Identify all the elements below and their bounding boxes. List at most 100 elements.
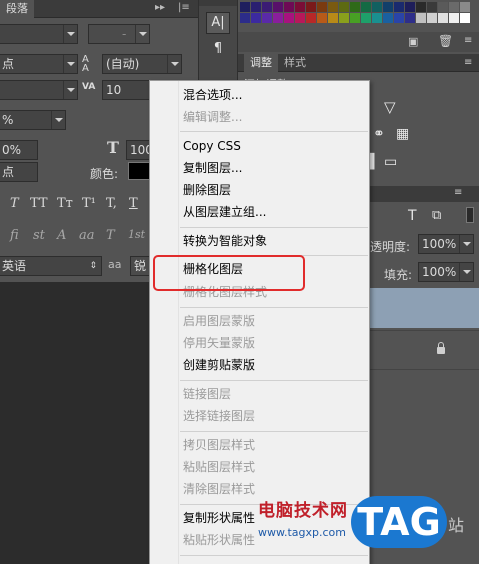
new-swatch-icon[interactable]: ▣ bbox=[408, 35, 418, 48]
color-swatch[interactable] bbox=[295, 2, 305, 12]
ordinals-button[interactable]: 1st bbox=[128, 228, 145, 241]
tab-styles[interactable]: 样式 bbox=[278, 54, 312, 72]
opacity-field[interactable]: 100% bbox=[418, 234, 474, 254]
panel-menu-icon[interactable]: ≡ bbox=[464, 35, 472, 46]
font-size-field[interactable]: 点 bbox=[0, 54, 78, 74]
color-swatch[interactable] bbox=[405, 13, 415, 23]
color-swatch[interactable] bbox=[273, 2, 283, 12]
menu-item-blending-options[interactable]: 混合选项... bbox=[183, 85, 242, 105]
color-swatch[interactable] bbox=[328, 2, 338, 12]
vibrance-icon[interactable]: ▽ bbox=[384, 98, 396, 116]
color-swatch[interactable] bbox=[306, 13, 316, 23]
faux-italic-button[interactable]: T bbox=[10, 196, 19, 211]
threshold-icon[interactable]: ▌ bbox=[369, 154, 380, 170]
color-swatch[interactable] bbox=[405, 2, 415, 12]
panel-menu-icon[interactable]: ≡ bbox=[464, 57, 472, 68]
color-swatch[interactable] bbox=[284, 2, 294, 12]
color-swatch[interactable] bbox=[449, 2, 459, 12]
color-swatch[interactable] bbox=[438, 2, 448, 12]
menu-item-edit-adjustment: 编辑调整... bbox=[183, 110, 243, 124]
color-swatch[interactable] bbox=[273, 13, 283, 23]
color-swatch[interactable] bbox=[449, 13, 459, 23]
color-swatch[interactable] bbox=[306, 2, 316, 12]
color-swatch[interactable] bbox=[251, 13, 261, 23]
color-lookup-icon[interactable]: ▦ bbox=[396, 126, 409, 142]
color-swatch[interactable] bbox=[240, 13, 250, 23]
font-style-select[interactable]: - bbox=[88, 24, 150, 44]
color-swatch[interactable] bbox=[251, 2, 261, 12]
character-panel-button[interactable]: A| bbox=[206, 12, 230, 34]
ligature-button[interactable]: fi bbox=[10, 228, 19, 243]
color-swatch[interactable] bbox=[262, 2, 272, 12]
kerning-field[interactable] bbox=[0, 80, 78, 100]
discretionary-ligature-button[interactable]: st bbox=[33, 228, 45, 243]
menu-item-copy-css[interactable]: Copy CSS bbox=[183, 136, 241, 156]
font-family-select[interactable] bbox=[0, 24, 78, 44]
menu-item-convert-smart-object[interactable]: 转换为智能对象 bbox=[183, 231, 267, 251]
color-swatch[interactable] bbox=[438, 13, 448, 23]
gradient-map-icon[interactable]: ▭ bbox=[384, 154, 397, 170]
color-swatch[interactable] bbox=[339, 13, 349, 23]
color-swatch[interactable] bbox=[383, 2, 393, 12]
menu-separator bbox=[180, 227, 368, 228]
subscript-button[interactable]: T, bbox=[106, 196, 117, 211]
color-swatch[interactable] bbox=[240, 2, 250, 12]
menu-item-copy-shape-attributes[interactable]: 复制形状属性 bbox=[183, 508, 255, 528]
tab-adjustments[interactable]: 调整 bbox=[244, 54, 278, 72]
color-swatch[interactable] bbox=[361, 2, 371, 12]
filter-toggle[interactable] bbox=[466, 207, 474, 223]
color-swatch[interactable] bbox=[383, 13, 393, 23]
chevron-down-icon bbox=[135, 25, 149, 43]
trash-icon[interactable]: 🗑 bbox=[438, 34, 453, 48]
color-swatch[interactable] bbox=[295, 13, 305, 23]
leading-field[interactable]: (自动) bbox=[102, 54, 182, 74]
panel-menu-icon[interactable]: ≡ bbox=[454, 187, 462, 198]
fill-field[interactable]: 100% bbox=[418, 262, 474, 282]
scale-field[interactable]: % bbox=[0, 110, 66, 130]
titling-button[interactable]: T bbox=[106, 228, 115, 243]
small-caps-button[interactable]: Tт bbox=[57, 196, 73, 211]
color-swatch[interactable] bbox=[350, 13, 360, 23]
color-swatch[interactable] bbox=[460, 2, 470, 12]
superscript-button[interactable]: T¹ bbox=[82, 196, 96, 211]
shape-filter-icon[interactable]: ⧉ bbox=[432, 208, 441, 223]
language-select[interactable]: 英语 ⇕ bbox=[0, 256, 102, 276]
color-swatch[interactable] bbox=[372, 13, 382, 23]
menu-item-group-from-layers[interactable]: 从图层建立组... bbox=[183, 202, 266, 222]
baseline-shift-field[interactable]: 点 bbox=[0, 162, 38, 182]
color-swatch[interactable] bbox=[427, 13, 437, 23]
color-swatch[interactable] bbox=[361, 13, 371, 23]
all-caps-button[interactable]: TT bbox=[30, 196, 48, 211]
color-swatch[interactable] bbox=[339, 2, 349, 12]
collapse-icon[interactable]: ▸▸ bbox=[155, 2, 165, 13]
color-swatch[interactable] bbox=[394, 13, 404, 23]
color-swatch[interactable] bbox=[427, 2, 437, 12]
menu-item-link-layers: 链接图层 bbox=[183, 387, 232, 401]
swatches-grid[interactable] bbox=[238, 0, 479, 30]
menu-item-duplicate-layer[interactable]: 复制图层... bbox=[183, 158, 242, 178]
color-swatch[interactable] bbox=[350, 2, 360, 12]
paragraph-panel-button[interactable]: ¶ bbox=[206, 38, 230, 60]
menu-item-clear-layer-style: 清除图层样式 bbox=[183, 482, 256, 496]
menu-item-create-clipping-mask[interactable]: 创建剪贴蒙版 bbox=[183, 355, 255, 375]
color-swatch[interactable] bbox=[416, 13, 426, 23]
menu-separator bbox=[180, 380, 368, 381]
channel-mixer-icon[interactable]: ⚭ bbox=[373, 126, 385, 142]
color-swatch[interactable] bbox=[372, 2, 382, 12]
stylistic-alternates-button[interactable]: aa bbox=[79, 228, 95, 243]
color-swatch[interactable] bbox=[317, 2, 327, 12]
color-swatch[interactable] bbox=[416, 2, 426, 12]
underline-button[interactable]: T bbox=[129, 196, 138, 211]
color-swatch[interactable] bbox=[317, 13, 327, 23]
color-swatch[interactable] bbox=[328, 13, 338, 23]
color-swatch[interactable] bbox=[284, 13, 294, 23]
type-filter-icon[interactable]: T bbox=[408, 208, 417, 224]
vertical-scale-field[interactable]: 0% bbox=[0, 140, 38, 160]
swash-button[interactable]: A bbox=[57, 228, 66, 243]
tab-paragraph[interactable]: 段落 bbox=[0, 0, 34, 18]
color-swatch[interactable] bbox=[460, 13, 470, 23]
panel-menu-icon[interactable]: |≡ bbox=[178, 2, 190, 13]
color-swatch[interactable] bbox=[262, 13, 272, 23]
color-swatch[interactable] bbox=[394, 2, 404, 12]
menu-item-delete-layer[interactable]: 删除图层 bbox=[183, 180, 231, 200]
